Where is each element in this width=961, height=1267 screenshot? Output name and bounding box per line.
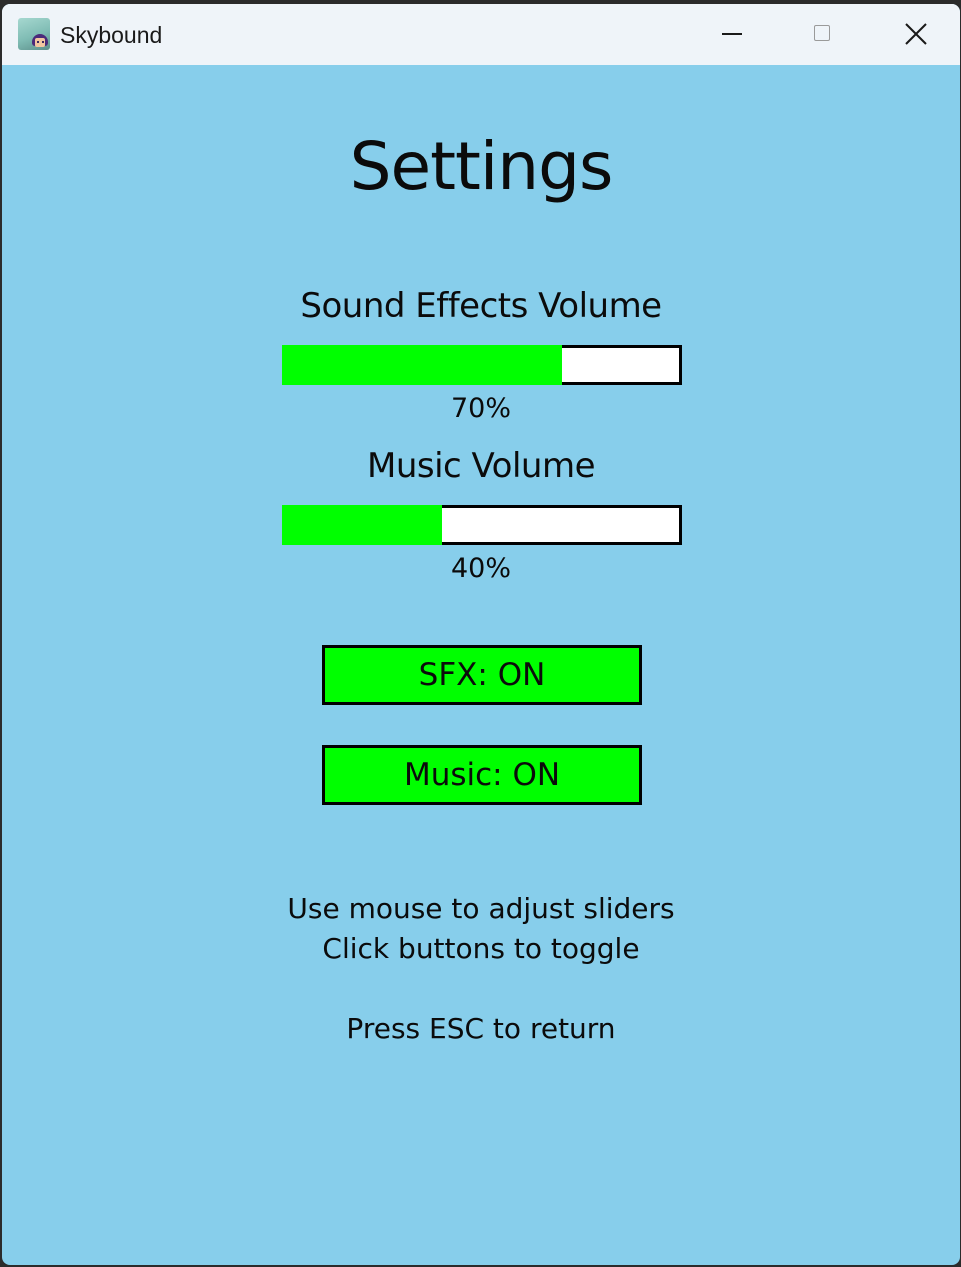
sfx-volume-slider[interactable] xyxy=(282,345,682,385)
app-icon xyxy=(18,18,50,50)
sfx-volume-value: 70% xyxy=(450,393,511,424)
music-volume-value: 40% xyxy=(450,553,511,584)
window-title: Skybound xyxy=(60,22,163,48)
sfx-volume-label: Sound Effects Volume xyxy=(300,286,662,326)
sfx-toggle-button[interactable]: SFX: ON xyxy=(322,645,642,705)
close-icon xyxy=(905,23,927,45)
help-text-sliders: Use mouse to adjust sliders xyxy=(287,892,675,925)
help-text-toggle: Click buttons to toggle xyxy=(322,932,640,965)
game-window: Skybound Settings Sound Effects Volume 7… xyxy=(2,4,960,1265)
close-button[interactable] xyxy=(868,4,960,65)
music-volume-label: Music Volume xyxy=(367,446,596,486)
music-toggle-button[interactable]: Music: ON xyxy=(322,745,642,805)
music-volume-slider[interactable] xyxy=(282,505,682,545)
minimize-icon xyxy=(722,33,742,35)
music-volume-fill xyxy=(282,505,442,545)
maximize-button[interactable] xyxy=(777,4,869,65)
page-title: Settings xyxy=(349,128,614,205)
title-bar[interactable]: Skybound xyxy=(2,4,960,65)
sfx-volume-fill xyxy=(282,345,562,385)
settings-screen: Settings Sound Effects Volume 70% Music … xyxy=(2,65,960,1265)
minimize-button[interactable] xyxy=(685,4,777,65)
help-text-escape: Press ESC to return xyxy=(346,1012,616,1045)
maximize-icon xyxy=(814,25,830,41)
